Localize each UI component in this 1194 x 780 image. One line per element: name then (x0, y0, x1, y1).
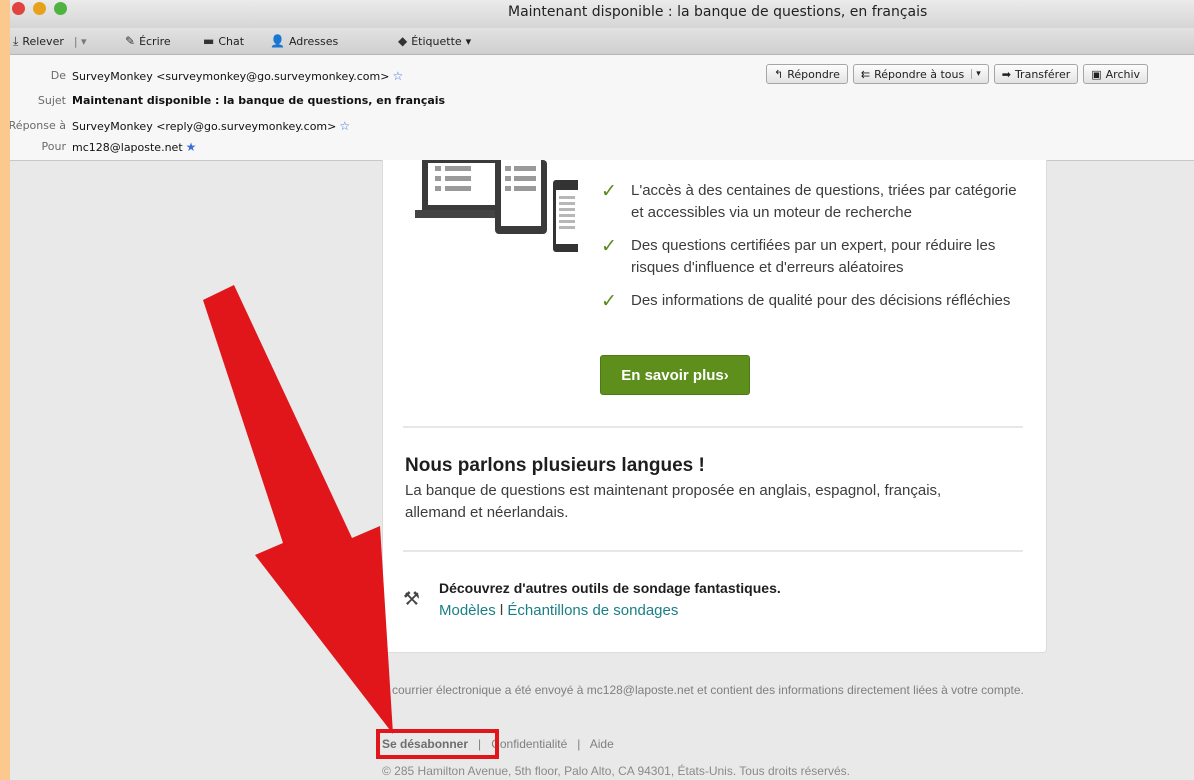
devices-illustration-icon (415, 160, 578, 252)
subject-label: Sujet (37, 94, 66, 107)
tag-icon: ◆ (398, 34, 408, 48)
header-actions: ↰ Répondre ⇇ Répondre à tous ▾ ➡ Transfé… (766, 64, 1149, 84)
forward-button[interactable]: ➡ Transférer (993, 64, 1079, 84)
reply-all-icon: ⇇ (860, 67, 871, 81)
address-book-button[interactable]: 👤 Adresses (270, 34, 338, 48)
chat-bubble-icon: ▬ (203, 34, 215, 48)
survey-samples-link[interactable]: Échantillons de sondages (507, 602, 678, 619)
chat-button[interactable]: ▬ Chat (203, 34, 244, 48)
reply-to-label: Réponse à (10, 119, 66, 132)
forward-arrow-icon: ➡ (1001, 67, 1011, 81)
window-title: Maintenant disponible : la banque de que… (508, 4, 928, 20)
star-icon[interactable]: ☆ (339, 119, 350, 133)
zoom-window-button[interactable] (54, 2, 67, 15)
reply-all-button[interactable]: ⇇ Répondre à tous ▾ (852, 64, 989, 84)
unsubscribe-highlight-box (376, 729, 499, 759)
footer-address: © 285 Hamilton Avenue, 5th floor, Palo A… (382, 764, 850, 778)
contacts-icon: 👤 (270, 34, 285, 48)
get-mail-dropdown-icon[interactable]: | ▾ (74, 35, 87, 48)
mail-window: Maintenant disponible : la banque de que… (10, 0, 1194, 780)
window-controls (12, 2, 67, 15)
reply-to-value[interactable]: SurveyMonkey <reply@go.surveymonkey.com>… (72, 119, 350, 133)
download-icon: ⤓ (13, 34, 19, 48)
languages-text: La banque de questions est maintenant pr… (405, 482, 942, 521)
footer-notice: e courrier électronique a été envoyé à m… (382, 683, 1024, 697)
from-label: De (50, 69, 66, 82)
tag-dropdown-icon: ▾ (465, 34, 472, 48)
tag-button[interactable]: ◆ Étiquette ▾ (398, 34, 471, 48)
link-separator: | (577, 737, 581, 751)
section-divider (403, 426, 1023, 428)
message-header: De SurveyMonkey <surveymonkey@go.surveym… (10, 55, 1194, 161)
subject-value: Maintenant disponible : la banque de que… (72, 94, 446, 107)
reply-button[interactable]: ↰ Répondre (766, 64, 848, 84)
checkmark-icon: ✓ (601, 181, 617, 202)
tools-icon: ⚒ (403, 589, 421, 610)
get-mail-button[interactable]: ⤓ Relever | ▾ (13, 34, 87, 49)
close-window-button[interactable] (12, 2, 25, 15)
write-button[interactable]: ✎ Écrire (125, 34, 171, 48)
to-label: Pour (41, 140, 66, 153)
title-bar: Maintenant disponible : la banque de que… (10, 0, 1194, 30)
reply-arrow-icon: ↰ (774, 67, 784, 81)
pencil-icon: ✎ (125, 34, 136, 48)
to-value[interactable]: mc128@laposte.net ★ (72, 140, 196, 154)
archive-box-icon: ▣ (1091, 67, 1102, 81)
privacy-link[interactable]: Confidentialité (491, 737, 567, 751)
reply-all-dropdown-icon[interactable]: ▾ (971, 69, 981, 79)
star-icon[interactable]: ☆ (392, 69, 403, 83)
help-link[interactable]: Aide (590, 737, 614, 751)
tools-links: Modèles l Échantillons de sondages (439, 602, 678, 619)
checkmark-icon: ✓ (601, 236, 617, 257)
tools-heading: Découvrez d'autres outils de sondage fan… (439, 580, 781, 596)
link-separator: l (499, 602, 504, 619)
star-filled-icon[interactable]: ★ (186, 140, 197, 154)
section-divider (403, 550, 1023, 552)
minimize-window-button[interactable] (33, 2, 46, 15)
templates-link[interactable]: Modèles (439, 602, 496, 619)
archive-button[interactable]: ▣ Archiv (1083, 64, 1149, 84)
checkmark-icon: ✓ (601, 291, 617, 312)
learn-more-button[interactable]: En savoir plus› (600, 355, 750, 395)
languages-heading: Nous parlons plusieurs langues ! (405, 455, 705, 476)
from-value[interactable]: SurveyMonkey <surveymonkey@go.surveymonk… (72, 69, 403, 83)
email-content-card: ✓ L'accès à des centaines de questions, … (382, 160, 1047, 653)
toolbar: ⤓ Relever | ▾ ✎ Écrire ▬ Chat 👤 Adresses… (10, 28, 1194, 55)
